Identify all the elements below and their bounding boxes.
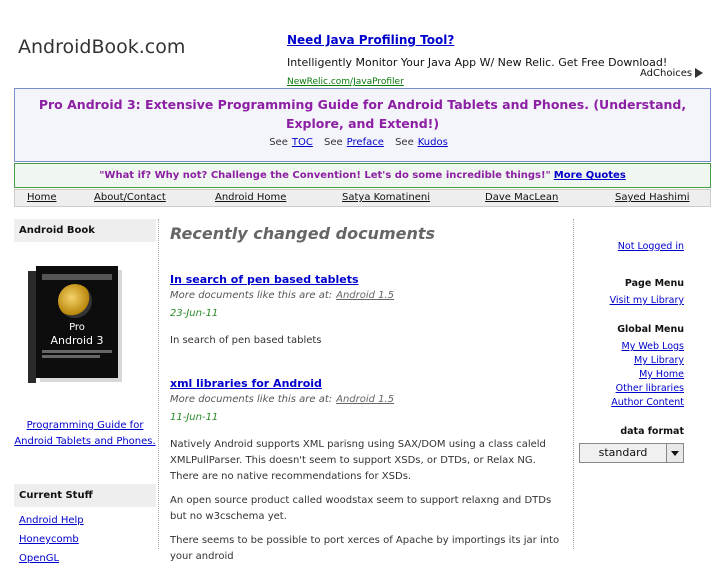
doc-date: 11-Jun-11 <box>170 412 219 423</box>
doc-more-prefix: More documents like this are at: <box>170 290 333 301</box>
current-item: OpenGL <box>19 553 151 564</box>
login-status-link[interactable]: Not Logged in <box>578 241 684 252</box>
banner-title: Pro Android 3: Extensive Programming Gui… <box>38 97 687 131</box>
doc-paragraph: An open source product called woodstax s… <box>170 495 552 522</box>
current-item: Honeycomb <box>19 534 151 545</box>
nav-home[interactable]: Home <box>27 192 57 203</box>
doc-title-link[interactable]: xml libraries for Android <box>170 377 322 390</box>
quote-text: "What if? Why not? Challenge the Convent… <box>99 170 551 181</box>
data-format-label: data format <box>620 426 684 437</box>
preface-link[interactable]: Preface <box>347 137 384 148</box>
book-logo-icon <box>58 284 92 318</box>
nav-satya-komatineni[interactable]: Satya Komatineni <box>342 192 430 203</box>
android-book-heading: Android Book <box>14 219 156 242</box>
nav-android-home[interactable]: Android Home <box>215 192 286 203</box>
doc-paragraph: Natively Android supports XML parisng us… <box>170 439 546 482</box>
doc-body: Natively Android supports XML parisng us… <box>170 437 565 565</box>
doc-paragraph: There seems to be possible to port xerce… <box>170 535 560 562</box>
site-title[interactable]: AndroidBook.com <box>18 36 185 58</box>
more-quotes-link[interactable]: More Quotes <box>554 170 626 181</box>
doc-more-prefix: More documents like this are at: <box>170 394 333 405</box>
adchoices-icon <box>695 68 704 78</box>
book-cover-line <box>42 355 100 358</box>
data-format-select[interactable]: standard <box>578 443 684 463</box>
page-menu-heading: Page Menu <box>624 278 684 289</box>
book-cover-pro: Pro <box>69 322 85 333</box>
ad-title-link[interactable]: Need Java Profiling Tool? <box>287 33 454 47</box>
banner-see-label: See <box>269 137 288 148</box>
banner-see-label: See <box>324 137 343 148</box>
nav-about-contact[interactable]: About/Contact <box>94 192 166 203</box>
my-web-logs-link[interactable]: My Web Logs <box>578 341 685 352</box>
doc-more-line: More documents like this are at: Android … <box>170 290 565 301</box>
my-home-link[interactable]: My Home <box>578 369 684 380</box>
book-guide-link-wrap: Programming Guide for Android Tablets an… <box>14 418 156 450</box>
top-navbar: Home About/Contact Android Home Satya Ko… <box>14 189 711 207</box>
honeycomb-link[interactable]: Honeycomb <box>19 534 79 545</box>
toc-link[interactable]: TOC <box>292 137 313 148</box>
left-sidebar: Android Book Pro Android 3 Programming G… <box>14 219 156 564</box>
current-stuff-box: Current Stuff Android Help Honeycomb Ope… <box>14 484 156 564</box>
current-item: Android Help <box>19 515 151 526</box>
doc-category-link[interactable]: Android 1.5 <box>336 290 394 301</box>
current-stuff-heading: Current Stuff <box>14 484 156 507</box>
other-libraries-link[interactable]: Other libraries <box>578 383 684 394</box>
book-cover-android: Android 3 <box>50 334 104 347</box>
ad-url-link[interactable]: NewRelic.com/JavaProfiler <box>287 77 404 87</box>
ad-block: Need Java Profiling Tool? Intelligently … <box>287 29 707 88</box>
adchoices-link[interactable]: AdChoices <box>640 68 704 79</box>
quote-bar: "What if? Why not? Challenge the Convent… <box>14 163 711 188</box>
banner-see-label: See <box>395 137 414 148</box>
adchoices-label: AdChoices <box>640 68 693 79</box>
kudos-link[interactable]: Kudos <box>418 137 448 148</box>
book-cover-line <box>42 350 112 353</box>
data-format-value[interactable]: standard <box>579 443 666 463</box>
doc-more-line: More documents like this are at: Android … <box>170 394 565 405</box>
global-menu-heading: Global Menu <box>617 324 684 335</box>
banner-links: See TOC See Preface See Kudos <box>15 137 710 148</box>
book-cover-area: Pro Android 3 <box>14 242 156 414</box>
doc-category-link[interactable]: Android 1.5 <box>336 394 394 405</box>
book-cover-image[interactable]: Pro Android 3 <box>28 266 118 383</box>
author-content-link[interactable]: Author Content <box>578 397 684 408</box>
book-cover-strip <box>42 274 112 280</box>
doc-date: 23-Jun-11 <box>170 308 219 319</box>
opengl-link[interactable]: OpenGL <box>19 553 59 564</box>
book-guide-link[interactable]: Programming Guide for Android Tablets an… <box>14 420 155 447</box>
visit-library-link[interactable]: Visit my Library <box>578 295 684 306</box>
my-library-link[interactable]: My Library <box>578 355 684 366</box>
doc-body: In search of pen based tablets <box>170 333 565 349</box>
page-title: Recently changed documents <box>170 224 436 243</box>
chevron-down-icon[interactable] <box>666 443 684 463</box>
book-spine <box>28 271 36 383</box>
nav-sayed-hashimi[interactable]: Sayed Hashimi <box>615 192 690 203</box>
book-banner: Pro Android 3: Extensive Programming Gui… <box>14 88 711 162</box>
doc-title-link[interactable]: In search of pen based tablets <box>170 273 359 286</box>
right-sidebar: Not Logged in Page Menu Visit my Library… <box>578 219 684 463</box>
main-content: Recently changed documents In search of … <box>158 219 574 562</box>
nav-dave-maclean[interactable]: Dave MacLean <box>485 192 558 203</box>
doc-paragraph: In search of pen based tablets <box>170 335 322 346</box>
android-help-link[interactable]: Android Help <box>19 515 84 526</box>
